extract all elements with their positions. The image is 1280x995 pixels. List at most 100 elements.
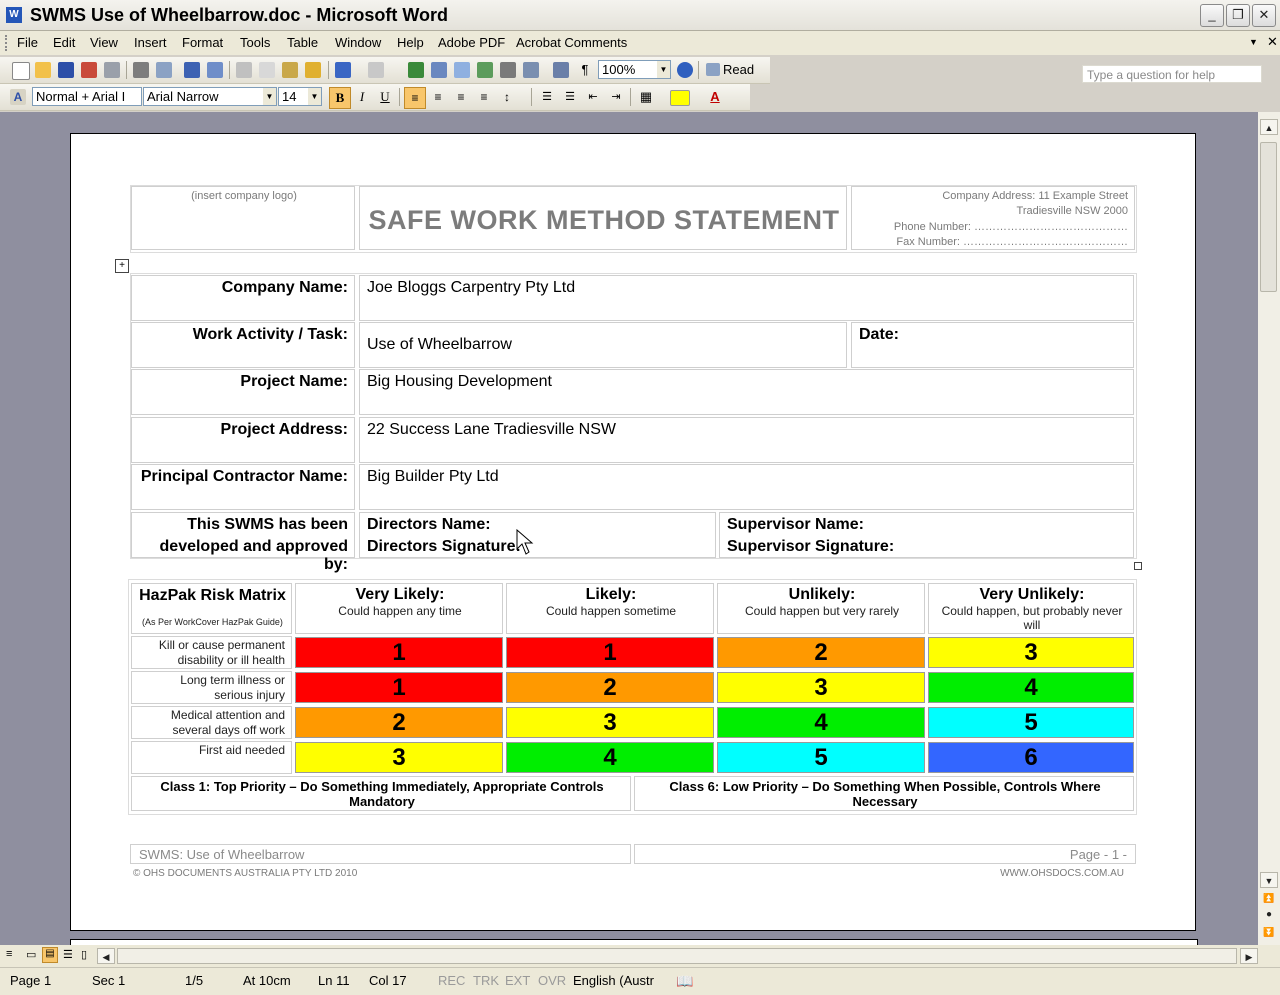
font-select[interactable]: Arial Narrow ▼ — [143, 87, 277, 106]
chevron-down-icon[interactable]: ▼ — [657, 61, 670, 78]
menu-adobe-pdf[interactable]: Adobe PDF — [438, 35, 505, 50]
menu-help[interactable]: Help — [397, 35, 424, 50]
document-workspace[interactable]: (insert company logo) SAFE WORK METHOD S… — [0, 112, 1258, 945]
scroll-up-icon[interactable]: ▲ — [1260, 119, 1278, 135]
scroll-down-icon[interactable]: ▼ — [1260, 872, 1278, 888]
menu-grip[interactable] — [5, 35, 10, 51]
spelling-icon[interactable] — [184, 62, 200, 78]
styles-icon[interactable]: A — [10, 89, 26, 105]
document-page[interactable]: (insert company logo) SAFE WORK METHOD S… — [70, 133, 1196, 931]
underline-button[interactable]: U — [375, 87, 395, 107]
increase-indent-icon[interactable]: ⇥ — [606, 87, 626, 107]
principal-value-cell[interactable]: Big Builder Pty Ltd — [359, 464, 1134, 510]
open-folder-icon[interactable] — [35, 62, 51, 78]
document-map-icon[interactable] — [553, 62, 569, 78]
insert-excel-icon[interactable] — [477, 62, 493, 78]
decrease-indent-icon[interactable]: ⇤ — [583, 87, 603, 107]
justify-icon[interactable]: ≡ — [474, 87, 494, 107]
help-dropdown-icon[interactable]: ▼ — [1249, 37, 1258, 47]
print-icon[interactable] — [133, 62, 149, 78]
align-right-icon[interactable]: ≡ — [451, 87, 471, 107]
outline-view-icon[interactable]: ☰ — [63, 948, 73, 961]
menu-window[interactable]: Window — [335, 35, 381, 50]
copy-icon[interactable] — [259, 62, 275, 78]
font-color-icon[interactable]: A — [705, 87, 725, 107]
activity-value-cell[interactable]: Use of Wheelbarrow — [359, 322, 847, 368]
permission-icon[interactable] — [81, 62, 97, 78]
menu-tools[interactable]: Tools — [240, 35, 270, 50]
print-layout-icon[interactable]: ▤ — [42, 947, 58, 963]
help-search-input[interactable]: Type a question for help — [1082, 65, 1262, 83]
company-value-cell[interactable]: Joe Bloggs Carpentry Pty Ltd — [359, 275, 1134, 321]
date-cell[interactable]: Date: — [851, 322, 1134, 368]
align-left-icon[interactable]: ≡ — [404, 87, 426, 109]
status-rec[interactable]: REC — [438, 973, 465, 988]
menu-acrobat-comments[interactable]: Acrobat Comments — [516, 35, 627, 50]
spelling-status-icon[interactable]: 📖 — [676, 973, 693, 990]
normal-view-icon[interactable]: ≡ — [6, 948, 12, 960]
tables-borders-icon[interactable] — [431, 62, 447, 78]
scroll-thumb[interactable] — [1260, 142, 1277, 292]
close-button[interactable]: ✕ — [1252, 4, 1276, 27]
directors-cell[interactable]: Directors Name: Directors Signature: — [359, 512, 716, 558]
italic-button[interactable]: I — [352, 87, 372, 107]
undo-icon[interactable] — [335, 62, 351, 78]
menu-edit[interactable]: Edit — [53, 35, 75, 50]
vertical-scrollbar[interactable]: ▲ ▼ ⏫ ● ⏬ — [1258, 112, 1280, 945]
table-resize-handle[interactable] — [1134, 562, 1142, 570]
redo-icon[interactable] — [368, 62, 384, 78]
menu-table[interactable]: Table — [287, 35, 318, 50]
horizontal-scrollbar[interactable]: ≡ ▭ ▤ ☰ ▯ ◀ ▶ — [0, 945, 1280, 967]
show-hide-icon[interactable]: ¶ — [575, 60, 595, 80]
previous-page-icon[interactable]: ⏫ — [1260, 890, 1278, 906]
minimize-button[interactable]: _ — [1200, 4, 1224, 27]
status-trk[interactable]: TRK — [473, 973, 499, 988]
research-icon[interactable] — [207, 62, 223, 78]
style-select[interactable]: Normal + Arial I — [32, 87, 142, 106]
menu-insert[interactable]: Insert — [134, 35, 167, 50]
paste-icon[interactable] — [282, 62, 298, 78]
new-document-icon[interactable] — [12, 62, 30, 80]
format-painter-icon[interactable] — [305, 62, 321, 78]
table-move-handle-icon[interactable]: + — [115, 259, 129, 273]
scroll-left-icon[interactable]: ◀ — [97, 948, 115, 964]
menu-view[interactable]: View — [90, 35, 118, 50]
insert-table-icon[interactable] — [454, 62, 470, 78]
zoom-select[interactable]: 100% ▼ — [598, 60, 671, 79]
columns-icon[interactable] — [500, 62, 516, 78]
align-center-icon[interactable]: ≡ — [428, 87, 448, 107]
line-spacing-icon[interactable]: ↕ — [497, 87, 517, 107]
numbering-icon[interactable]: ☰ — [537, 87, 557, 107]
chevron-down-icon[interactable]: ▼ — [308, 88, 321, 105]
doc-close-icon[interactable]: ✕ — [1267, 34, 1278, 50]
status-ext[interactable]: EXT — [505, 973, 530, 988]
read-button[interactable]: Read — [723, 62, 754, 77]
highlight-icon[interactable] — [670, 90, 690, 106]
scroll-right-icon[interactable]: ▶ — [1240, 948, 1258, 964]
font-size-select[interactable]: 14 ▼ — [278, 87, 322, 106]
address-value-cell[interactable]: 22 Success Lane Tradiesville NSW — [359, 417, 1134, 463]
approval-label-line2: developed and approved by: — [159, 538, 348, 573]
bullets-icon[interactable]: ☰ — [560, 87, 580, 107]
next-page-icon[interactable]: ⏬ — [1260, 924, 1278, 940]
web-layout-icon[interactable]: ▭ — [26, 948, 36, 961]
supervisor-cell[interactable]: Supervisor Name: Supervisor Signature: — [719, 512, 1134, 558]
status-ovr[interactable]: OVR — [538, 973, 566, 988]
email-icon[interactable] — [104, 62, 120, 78]
bold-button[interactable]: B — [329, 87, 351, 109]
chevron-down-icon[interactable]: ▼ — [263, 88, 276, 105]
select-browse-object-icon[interactable]: ● — [1260, 907, 1278, 923]
menu-format[interactable]: Format — [182, 35, 223, 50]
drawing-icon[interactable] — [523, 62, 539, 78]
project-value-cell[interactable]: Big Housing Development — [359, 369, 1134, 415]
menu-file[interactable]: File — [17, 35, 38, 50]
reading-layout-icon[interactable]: ▯ — [81, 948, 87, 961]
help-icon[interactable] — [677, 62, 693, 78]
save-icon[interactable] — [58, 62, 74, 78]
horizontal-scroll-track[interactable] — [117, 948, 1237, 964]
print-preview-icon[interactable] — [156, 62, 172, 78]
hyperlink-icon[interactable] — [408, 62, 424, 78]
cut-icon[interactable] — [236, 62, 252, 78]
restore-button[interactable]: ❐ — [1226, 4, 1250, 27]
borders-icon[interactable]: ▦ — [636, 87, 656, 107]
